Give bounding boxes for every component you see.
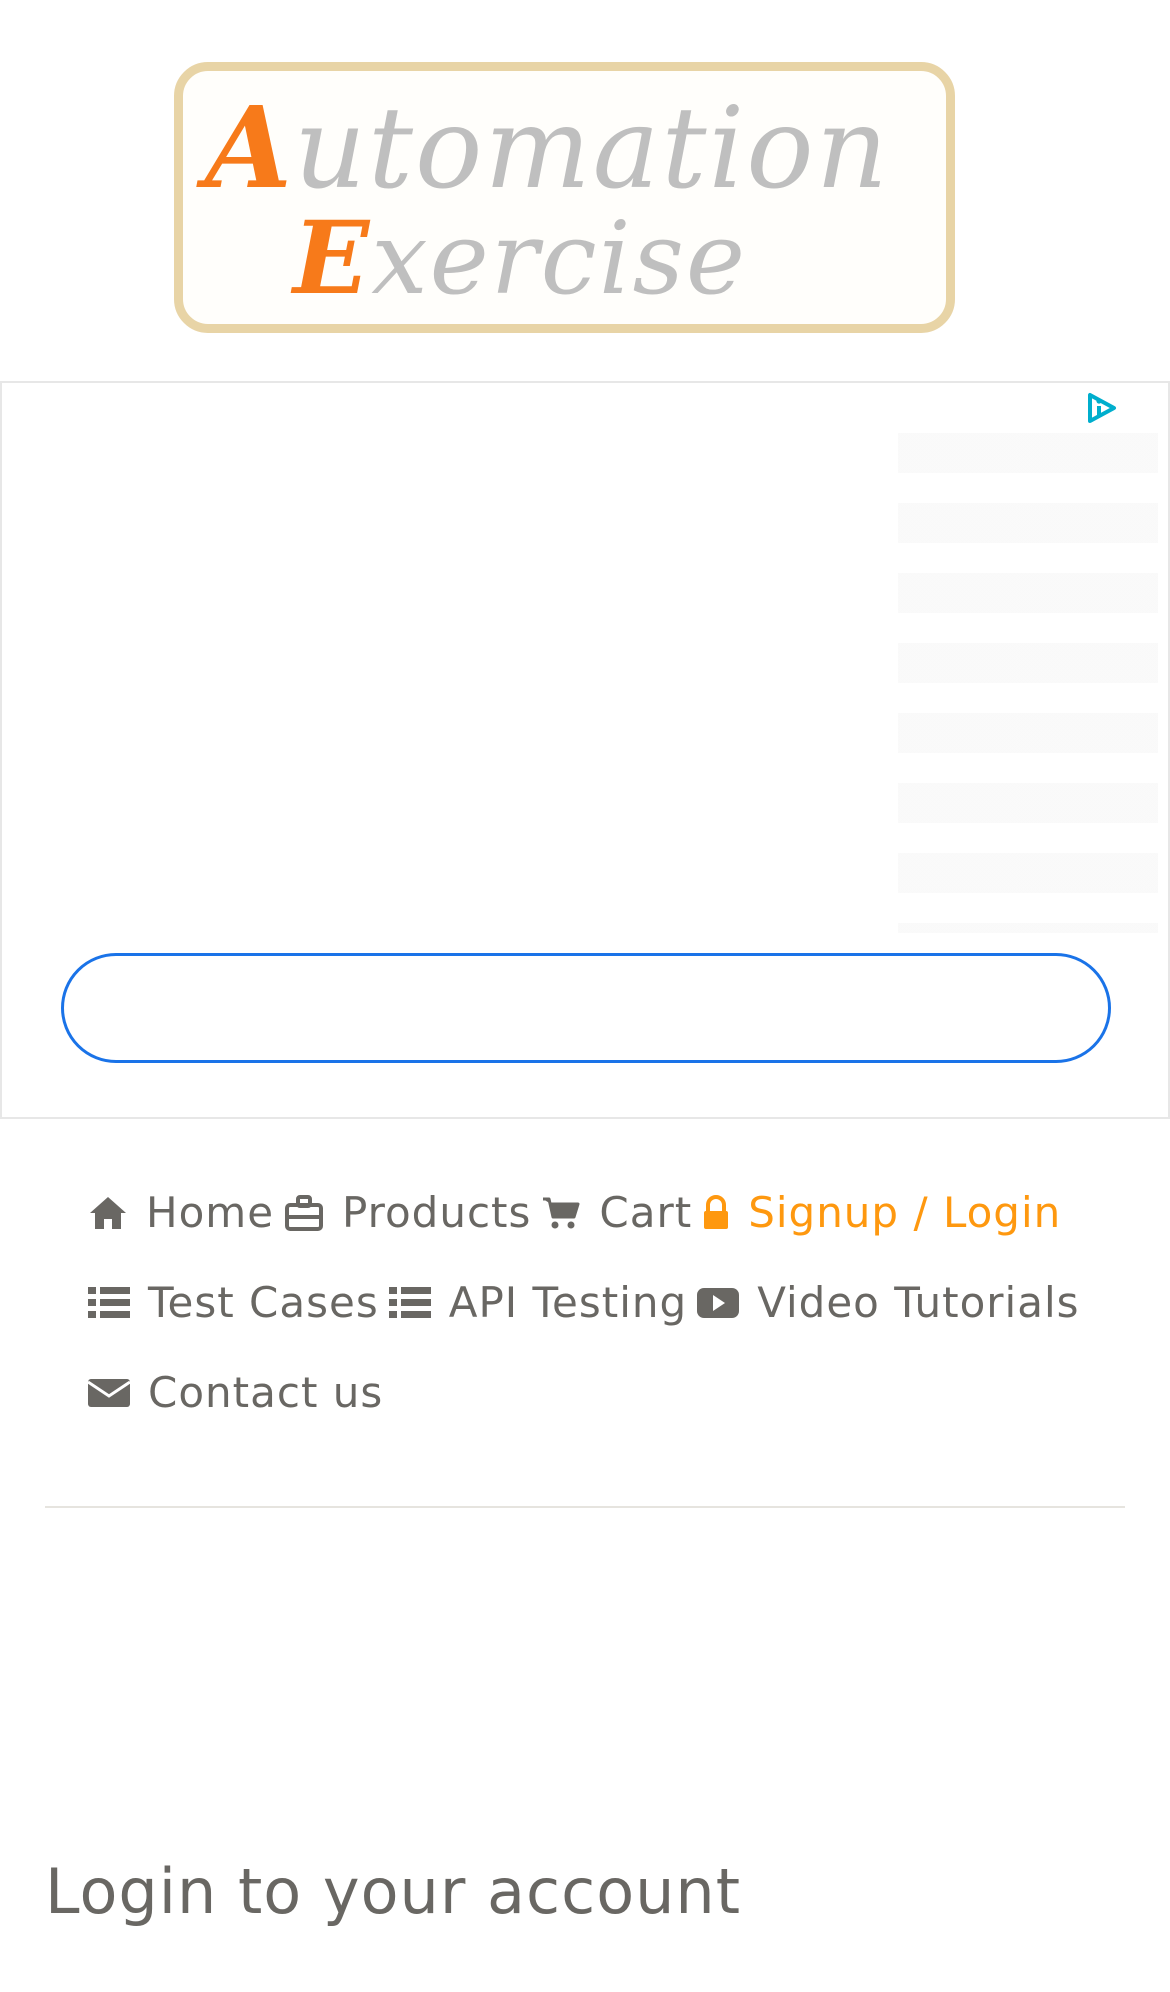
page: Automation Exercise Home Products Cart S… (0, 0, 1170, 1992)
logo-cap-a: A (205, 83, 294, 214)
ad-cta-button[interactable] (61, 953, 1111, 1063)
header-divider (45, 1506, 1125, 1508)
nav-label-test-cases: Test Cases (148, 1278, 379, 1327)
nav-row-2: Test Cases API Testing Video Tutorials (88, 1258, 1128, 1348)
nav-item-api-testing[interactable]: API Testing (388, 1258, 688, 1348)
nav-label-contact-us: Contact us (148, 1368, 384, 1417)
nav-label-products: Products (342, 1188, 532, 1237)
youtube-play-icon (697, 1288, 740, 1318)
logo-cap-e: E (293, 199, 372, 317)
list-icon (88, 1287, 130, 1318)
login-form-title: Login to your account (45, 1855, 742, 1928)
logo-rest-2: xercise (371, 200, 748, 317)
site-logo[interactable]: Automation Exercise (174, 62, 955, 333)
nav-item-contact-us[interactable]: Contact us (88, 1348, 383, 1438)
nav-item-home[interactable]: Home (88, 1168, 274, 1258)
nav-label-api-testing: API Testing (448, 1278, 688, 1327)
lock-icon (704, 1195, 729, 1229)
logo-rest-1: utomation (293, 84, 890, 214)
nav-item-cart[interactable]: Cart (541, 1168, 692, 1258)
envelope-icon (88, 1379, 130, 1407)
logo-line-2: Exercise (293, 199, 747, 317)
logo-line-1: Automation (205, 83, 890, 214)
nav-row-3: Contact us (88, 1348, 1128, 1438)
list-icon (388, 1287, 431, 1318)
products-icon (285, 1195, 324, 1231)
nav-item-products[interactable]: Products (284, 1168, 531, 1258)
nav-item-signup-login[interactable]: Signup / Login (702, 1168, 1061, 1258)
ad-banner[interactable] (0, 381, 1170, 1119)
nav-item-video-tutorials[interactable]: Video Tutorials (697, 1258, 1079, 1348)
cart-icon (543, 1197, 580, 1229)
nav-label-signup-login: Signup / Login (748, 1188, 1062, 1237)
main-nav: Home Products Cart Signup / Login Test C… (88, 1168, 1128, 1438)
nav-label-home: Home (146, 1188, 275, 1237)
ad-faded-content (898, 403, 1158, 933)
nav-item-test-cases[interactable]: Test Cases (88, 1258, 379, 1348)
nav-label-cart: Cart (599, 1188, 693, 1237)
nav-label-video-tutorials: Video Tutorials (757, 1278, 1080, 1327)
nav-row-1: Home Products Cart Signup / Login (88, 1168, 1128, 1258)
home-icon (90, 1197, 126, 1229)
